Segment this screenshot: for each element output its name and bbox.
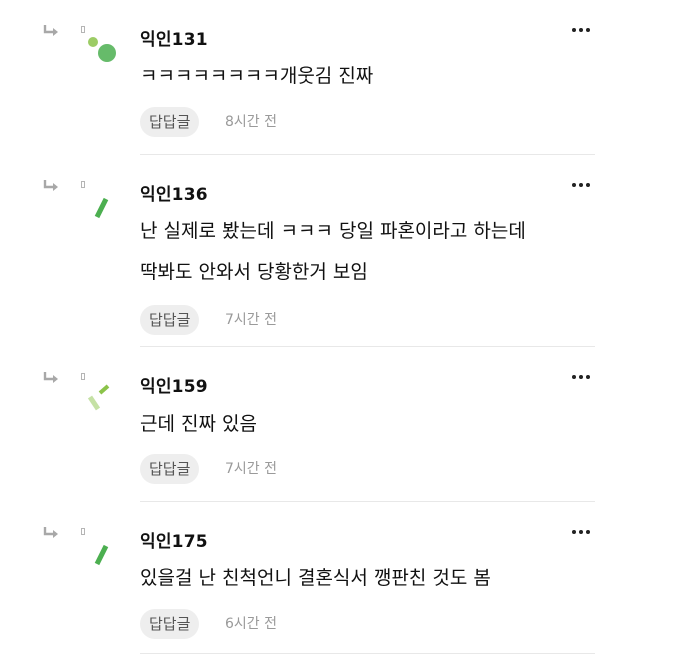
reply-button[interactable]: 답답글 <box>140 609 200 639</box>
marker-icon <box>81 528 85 535</box>
timestamp: 8시간 전 <box>225 114 277 130</box>
comment-item: 익인131 ㅋㅋㅋㅋㅋㅋㅋㅋ개웃김 진짜 답답글 8시간 전 <box>0 0 693 155</box>
marker-icon <box>81 26 85 33</box>
nickname[interactable]: 익인175 <box>140 527 208 552</box>
marker-icon <box>81 181 85 188</box>
nickname[interactable]: 익인131 <box>140 25 208 50</box>
reply-arrow-icon <box>43 372 58 383</box>
more-dots-icon[interactable] <box>572 372 596 382</box>
double-slash-avatar-icon[interactable] <box>86 383 120 417</box>
comment-text: 근데 진짜 있음 <box>140 413 257 435</box>
reply-button[interactable]: 답답글 <box>140 305 200 335</box>
nickname[interactable]: 익인136 <box>140 180 208 205</box>
reply-arrow-icon <box>43 25 58 36</box>
reply-button[interactable]: 답답글 <box>140 454 200 484</box>
reply-arrow-icon <box>43 527 58 538</box>
more-dots-icon[interactable] <box>572 25 596 35</box>
reply-button[interactable]: 답답글 <box>140 107 200 137</box>
slash-avatar-icon[interactable] <box>86 538 120 572</box>
nickname[interactable]: 익인159 <box>140 372 208 397</box>
comment-item: 익인159 근데 진짜 있음 답답글 7시간 전 <box>0 347 693 502</box>
comment-item: 익인175 있을걸 난 친척언니 결혼식서 깽판친 것도 봄 답답글 6시간 전 <box>0 502 693 663</box>
timestamp: 7시간 전 <box>225 461 277 477</box>
slash-avatar-icon[interactable] <box>86 191 120 225</box>
dot-avatar-icon[interactable] <box>86 34 120 68</box>
comment-text: 난 실제로 봤는데 ㅋㅋㅋ 당일 파혼이라고 하는데 딱봐도 안와서 당황한거 … <box>140 220 526 283</box>
timestamp: 7시간 전 <box>225 312 277 328</box>
comment-text: ㅋㅋㅋㅋㅋㅋㅋㅋ개웃김 진짜 <box>140 65 374 87</box>
reply-arrow-icon <box>43 180 58 191</box>
comment-item: 익인136 난 실제로 봤는데 ㅋㅋㅋ 당일 파혼이라고 하는데 딱봐도 안와서… <box>0 155 693 347</box>
divider <box>140 653 595 654</box>
more-dots-icon[interactable] <box>572 527 596 537</box>
more-dots-icon[interactable] <box>572 180 596 190</box>
comment-text: 있을걸 난 친척언니 결혼식서 깽판친 것도 봄 <box>140 567 491 589</box>
marker-icon <box>81 373 85 380</box>
timestamp: 6시간 전 <box>225 616 277 632</box>
